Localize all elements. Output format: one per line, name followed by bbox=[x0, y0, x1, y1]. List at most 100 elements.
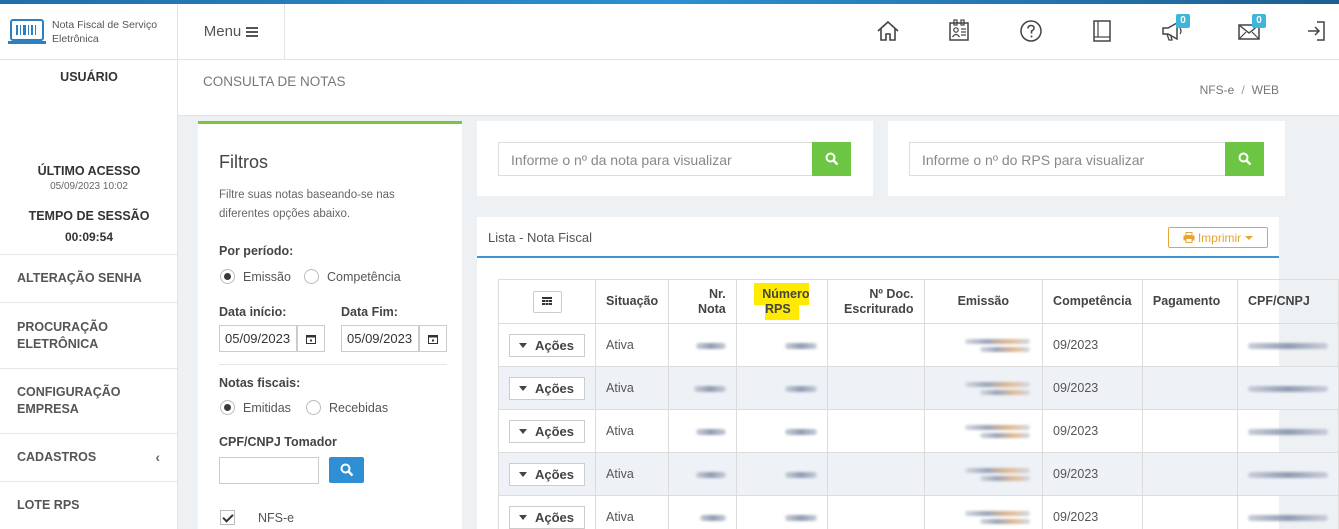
cell-cpf-cnpj-redacted bbox=[1236, 495, 1339, 529]
rps-search-button[interactable] bbox=[1225, 142, 1264, 176]
home-icon[interactable] bbox=[875, 18, 901, 44]
calendar-icon bbox=[306, 334, 316, 344]
brand-name: Nota Fiscal de Serviço Eletrônica bbox=[52, 18, 158, 45]
cell-cpf-cnpj-redacted bbox=[1236, 323, 1339, 367]
sidebar: USUÁRIO ÚLTIMO ACESSO 05/09/2023 10:02 T… bbox=[0, 60, 178, 529]
cell-pagamento bbox=[1141, 366, 1238, 410]
help-icon[interactable] bbox=[1018, 18, 1044, 44]
top-header: Menu 0 0 bbox=[178, 4, 1339, 60]
rps-number-input[interactable]: Informe o nº do RPS para visualizar bbox=[909, 142, 1226, 176]
cell-emissao-redacted bbox=[923, 452, 1044, 496]
notifications-badge: 0 bbox=[1176, 14, 1190, 28]
start-date-input[interactable]: 05/09/2023 bbox=[219, 325, 297, 352]
table-row: Ações Ativa 09/2023 bbox=[497, 409, 1339, 453]
cell-competencia: 09/2023 bbox=[1042, 366, 1143, 410]
brand-logo[interactable]: Nota Fiscal de Serviço Eletrônica bbox=[0, 4, 178, 60]
cell-situacao: Ativa bbox=[595, 409, 670, 453]
nfse-checkbox-label: NFS-e bbox=[258, 511, 295, 525]
nota-number-input[interactable]: Informe o nº da nota para visualizar bbox=[498, 142, 813, 176]
page-title: CONSULTA DE NOTAS bbox=[203, 74, 346, 89]
sidebar-item-lote-rps[interactable]: LOTE RPS bbox=[0, 481, 177, 529]
book-icon[interactable] bbox=[1089, 18, 1115, 44]
user-label: USUÁRIO bbox=[60, 70, 118, 84]
actions-dropdown-button[interactable]: Ações bbox=[509, 376, 586, 400]
cell-nr-nota-redacted bbox=[668, 452, 737, 496]
column-header-emissao[interactable]: Emissão bbox=[923, 279, 1044, 324]
caret-down-icon bbox=[519, 471, 527, 477]
radio-emitidas[interactable]: Emitidas bbox=[220, 400, 291, 415]
caret-down-icon bbox=[1245, 235, 1254, 240]
start-date-calendar-button[interactable] bbox=[297, 325, 325, 352]
filters-title: Filtros bbox=[219, 152, 268, 172]
column-header-cpf-cnpj[interactable]: CPF/CNPJ bbox=[1236, 279, 1339, 324]
column-toggle-header bbox=[497, 279, 597, 324]
chevron-left-icon: ‹ bbox=[155, 449, 160, 465]
cpf-search-button[interactable] bbox=[329, 457, 364, 483]
cell-numero-rps-redacted bbox=[735, 366, 829, 410]
cell-competencia: 09/2023 bbox=[1042, 409, 1143, 453]
cell-cpf-cnpj-redacted bbox=[1236, 366, 1339, 410]
cell-emissao-redacted bbox=[923, 495, 1044, 529]
nota-search-button[interactable] bbox=[812, 142, 851, 176]
sidebar-item-configuracao-empresa[interactable]: CONFIGURAÇÃO EMPRESA bbox=[0, 368, 177, 433]
breadcrumb-item-web[interactable]: WEB bbox=[1252, 83, 1279, 97]
search-icon bbox=[1238, 152, 1251, 166]
cpf-tomador-input[interactable] bbox=[219, 457, 319, 484]
filters-divider bbox=[219, 364, 447, 365]
sidebar-item-cadastros[interactable]: CADASTROS ‹ bbox=[0, 433, 177, 481]
search-icon bbox=[825, 152, 838, 166]
radio-label: Competência bbox=[327, 269, 401, 284]
logout-icon[interactable] bbox=[1303, 18, 1329, 44]
radio-selected-icon bbox=[220, 400, 235, 415]
cell-nr-nota-redacted bbox=[668, 409, 737, 453]
end-date-input[interactable]: 05/09/2023 bbox=[341, 325, 419, 352]
radio-label: Emissão bbox=[243, 269, 291, 284]
cell-pagamento bbox=[1141, 452, 1238, 496]
actions-dropdown-button[interactable]: Ações bbox=[509, 333, 586, 357]
mail-icon[interactable]: 0 bbox=[1236, 14, 1266, 44]
invoice-table: Situação Nr. Nota Número RPS Nº Doc. Esc… bbox=[497, 279, 1339, 529]
contact-card-icon[interactable] bbox=[946, 18, 972, 44]
last-access-label: ÚLTIMO ACESSO bbox=[37, 164, 141, 178]
column-header-doc-escriturado[interactable]: Nº Doc. Escriturado bbox=[827, 279, 925, 324]
actions-dropdown-button[interactable]: Ações bbox=[509, 505, 586, 529]
cell-situacao: Ativa bbox=[595, 366, 670, 410]
table-header-row: Situação Nr. Nota Número RPS Nº Doc. Esc… bbox=[497, 279, 1339, 324]
sidebar-item-label: LOTE RPS bbox=[17, 498, 80, 512]
sidebar-nav: ALTERAÇÃO SENHA PROCURAÇÃO ELETRÔNICA CO… bbox=[0, 254, 177, 529]
menu-button[interactable]: Menu bbox=[178, 4, 285, 59]
cell-emissao-redacted bbox=[923, 323, 1044, 367]
column-header-pagamento[interactable]: Pagamento bbox=[1141, 279, 1238, 324]
megaphone-icon[interactable]: 0 bbox=[1160, 14, 1190, 44]
column-header-nr-nota[interactable]: Nr. Nota bbox=[668, 279, 737, 324]
caret-down-icon bbox=[519, 428, 527, 434]
radio-emissao[interactable]: Emissão bbox=[220, 269, 291, 284]
actions-label: Ações bbox=[535, 380, 575, 396]
actions-label: Ações bbox=[535, 466, 575, 482]
radio-competencia[interactable]: Competência bbox=[304, 269, 401, 284]
print-button[interactable]: Imprimir bbox=[1168, 227, 1268, 248]
end-date-calendar-button[interactable] bbox=[419, 325, 447, 352]
radio-label: Recebidas bbox=[329, 400, 389, 415]
caret-down-icon bbox=[519, 514, 527, 520]
cell-situacao: Ativa bbox=[595, 495, 670, 529]
sidebar-item-alteracao-senha[interactable]: ALTERAÇÃO SENHA bbox=[0, 254, 177, 302]
sidebar-item-label: CADASTROS bbox=[17, 450, 97, 464]
actions-dropdown-button[interactable]: Ações bbox=[509, 419, 586, 443]
cell-emissao-redacted bbox=[923, 409, 1044, 453]
filters-description: Filtre suas notas baseando-se nas difere… bbox=[219, 189, 395, 220]
session-time-label: TEMPO DE SESSÃO bbox=[28, 209, 150, 223]
cell-doc-escriturado bbox=[827, 495, 925, 529]
sidebar-item-procuracao-eletronica[interactable]: PROCURAÇÃO ELETRÔNICA bbox=[0, 302, 177, 368]
column-chooser-button[interactable] bbox=[532, 290, 562, 313]
column-header-competencia[interactable]: Competência bbox=[1042, 279, 1143, 324]
radio-recebidas[interactable]: Recebidas bbox=[306, 400, 388, 415]
column-header-situacao[interactable]: Situação bbox=[595, 279, 670, 324]
column-header-numero-rps[interactable]: Número RPS bbox=[735, 279, 829, 324]
cell-doc-escriturado bbox=[827, 409, 925, 453]
cell-doc-escriturado bbox=[827, 452, 925, 496]
breadcrumb-item-nfse[interactable]: NFS-e bbox=[1200, 83, 1235, 97]
actions-dropdown-button[interactable]: Ações bbox=[509, 462, 586, 486]
table-row: Ações Ativa 09/2023 bbox=[497, 452, 1339, 496]
nfse-checkbox[interactable] bbox=[220, 510, 235, 525]
